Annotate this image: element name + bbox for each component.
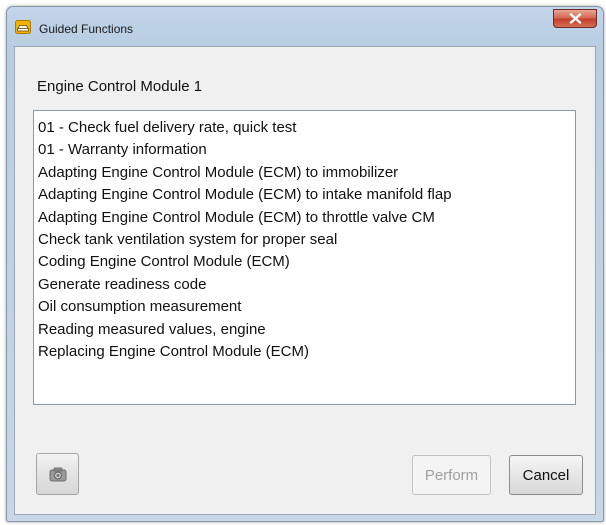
list-item[interactable]: Adapting Engine Control Module (ECM) to … xyxy=(34,162,575,184)
list-item[interactable]: Adapting Engine Control Module (ECM) to … xyxy=(34,207,575,229)
list-item[interactable]: Reading measured values, engine xyxy=(34,319,575,341)
list-item[interactable]: Adapting Engine Control Module (ECM) to … xyxy=(34,184,575,206)
window-title: Guided Functions xyxy=(39,22,134,36)
list-item[interactable]: Generate readiness code xyxy=(34,274,575,296)
list-item[interactable]: Coding Engine Control Module (ECM) xyxy=(34,251,575,273)
guided-functions-window: Guided Functions Engine Control Module 1… xyxy=(6,6,604,522)
perform-button[interactable]: Perform xyxy=(412,455,491,495)
list-item[interactable]: Check tank ventilation system for proper… xyxy=(34,229,575,251)
screenshot-button[interactable] xyxy=(36,453,79,495)
dialog-body: Engine Control Module 1 01 - Check fuel … xyxy=(14,46,596,515)
car-icon xyxy=(15,19,31,35)
list-item[interactable]: Replacing Engine Control Module (ECM) xyxy=(34,341,575,363)
close-icon xyxy=(569,13,582,24)
close-button[interactable] xyxy=(553,9,597,28)
list-item[interactable]: 01 - Warranty information xyxy=(34,139,575,161)
title-bar[interactable]: Guided Functions xyxy=(7,7,603,45)
camera-icon xyxy=(49,467,67,482)
cancel-button[interactable]: Cancel xyxy=(509,455,583,495)
list-items: 01 - Check fuel delivery rate, quick tes… xyxy=(34,111,575,363)
list-item[interactable]: 01 - Check fuel delivery rate, quick tes… xyxy=(34,117,575,139)
guided-functions-list[interactable]: 01 - Check fuel delivery rate, quick tes… xyxy=(33,110,576,405)
module-label: Engine Control Module 1 xyxy=(37,78,203,95)
list-item[interactable]: Oil consumption measurement xyxy=(34,296,575,318)
